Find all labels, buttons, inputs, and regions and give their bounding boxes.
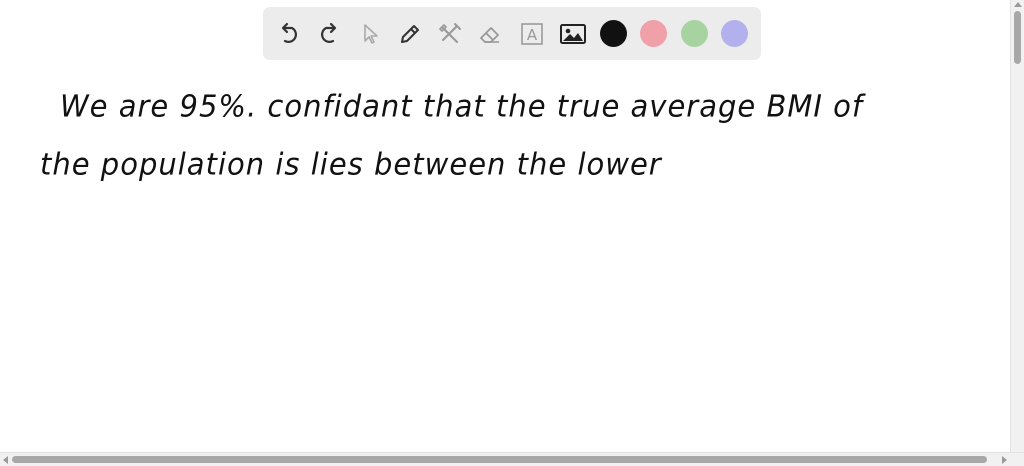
scroll-left-arrow-icon[interactable]	[3, 456, 8, 464]
text-tool-button[interactable]: A	[516, 18, 548, 50]
pencil-tool-button[interactable]	[394, 18, 426, 50]
whiteboard-app: A We are 95%. confidant that the true av…	[0, 0, 1024, 466]
redo-button[interactable]	[313, 18, 345, 50]
horizontal-scroll-thumb[interactable]	[12, 456, 987, 463]
vertical-scrollbar[interactable]	[1010, 0, 1024, 452]
color-swatch-red[interactable]	[640, 20, 667, 47]
color-swatch-purple[interactable]	[721, 20, 748, 47]
handwriting-line-2: the population is lies between the lower	[40, 146, 662, 182]
text-box-icon: A	[521, 23, 543, 45]
select-tool-button[interactable]	[354, 18, 386, 50]
svg-text:A: A	[527, 26, 538, 44]
writing-canvas[interactable]: We are 95%. confidant that the true aver…	[0, 66, 1010, 454]
tools-icon	[438, 23, 461, 43]
tools-button[interactable]	[434, 18, 466, 50]
scroll-right-arrow-icon[interactable]	[1002, 456, 1007, 464]
eraser-icon	[480, 27, 499, 43]
select-cursor-icon	[364, 24, 378, 44]
color-swatch-green[interactable]	[681, 20, 708, 47]
undo-icon	[281, 22, 297, 43]
undo-button[interactable]	[273, 18, 305, 50]
redo-icon	[321, 22, 337, 43]
handwritten-notes: We are 95%. confidant that the true aver…	[0, 66, 1010, 454]
image-tool-button[interactable]	[557, 18, 589, 50]
handwriting-line-1: We are 95%. confidant that the true aver…	[60, 88, 864, 124]
image-icon	[560, 24, 586, 44]
scroll-up-arrow-icon[interactable]	[1014, 2, 1022, 7]
drawing-toolbar: A	[263, 7, 761, 60]
vertical-scroll-thumb[interactable]	[1014, 11, 1021, 64]
color-swatch-black[interactable]	[600, 20, 627, 47]
eraser-tool-button[interactable]	[474, 18, 506, 50]
pencil-icon	[401, 25, 419, 43]
horizontal-scrollbar[interactable]	[0, 452, 1024, 466]
